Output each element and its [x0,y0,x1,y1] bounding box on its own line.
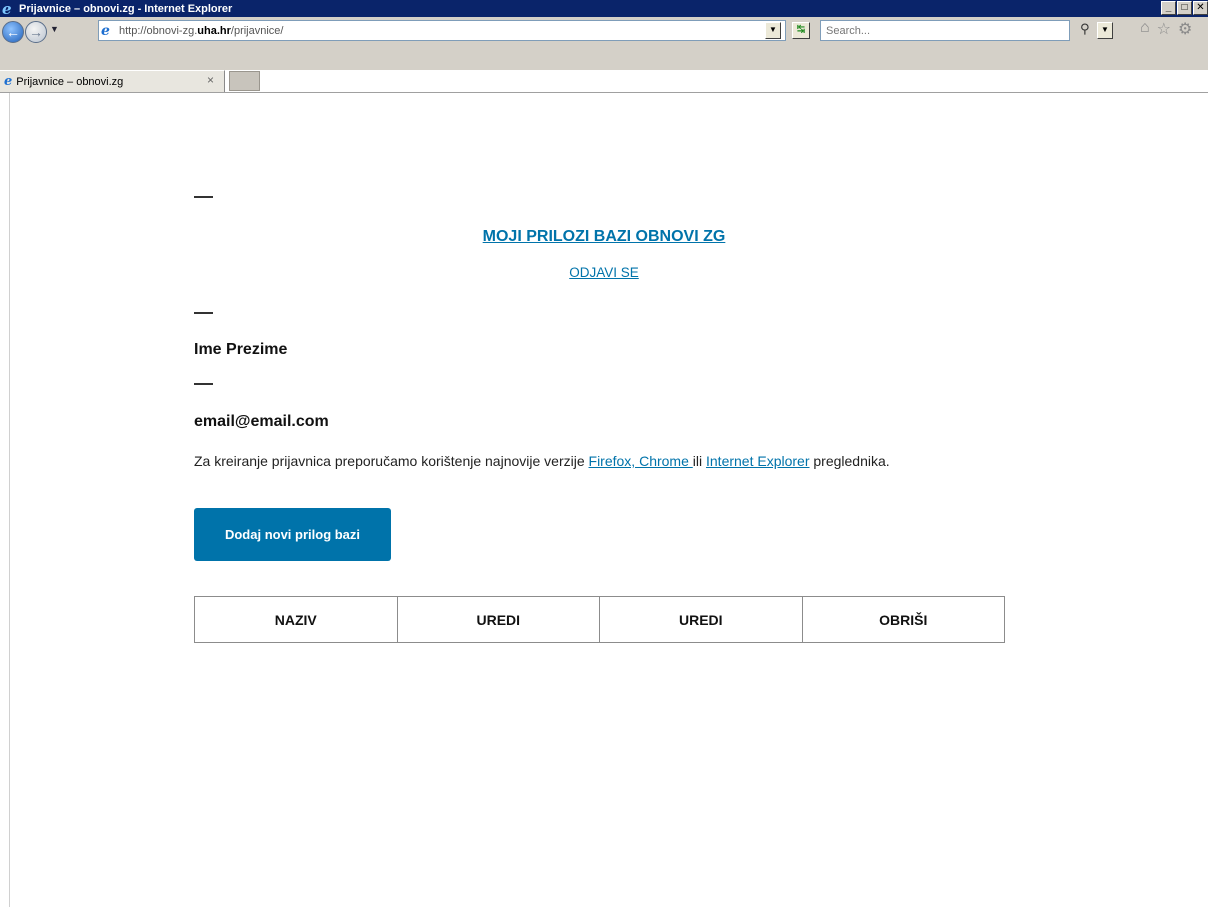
ie-logo-icon: e [2,0,12,18]
back-arrow-icon: ← [6,24,20,40]
browser-tool-icons: ⌂ ☆ ⚙ [1140,19,1192,39]
page-viewport [9,93,1208,907]
search-input[interactable]: Search... [820,20,1070,41]
favorites-star-icon[interactable]: ☆ [1157,19,1171,39]
divider-dash [194,312,213,314]
settings-gear-icon[interactable]: ⚙ [1178,19,1192,39]
firefox-chrome-link[interactable]: Firefox, Chrome [589,453,693,469]
info-text-middle: ili [692,453,706,469]
address-prefix: http://obnovi-zg. [119,24,198,37]
window-controls: _ □ ✕ [1161,1,1208,15]
home-icon[interactable]: ⌂ [1140,19,1150,39]
column-header-obrisi: OBRIŠI [801,596,1005,643]
ie-page-icon: e [101,22,110,39]
column-header-uredi: UREDI [396,596,600,643]
address-bar[interactable]: e http://obnovi-zg. uha.hr/prijavnice/ [98,20,786,41]
user-email: email@email.com [194,413,329,430]
entries-table: NAZIV UREDI UREDI OBRIŠI [194,596,1005,643]
column-header-naziv: NAZIV [194,596,398,643]
maximize-button[interactable]: □ [1177,1,1192,15]
close-window-button[interactable]: ✕ [1193,1,1208,15]
tab-ie-icon: e [4,74,13,89]
window-titlebar: e Prijavnice – obnovi.zg - Internet Expl… [0,0,1208,17]
forward-button[interactable]: → [25,21,47,43]
search-placeholder: Search... [826,24,871,37]
tab-label: Prijavnice – obnovi.zg [16,75,124,88]
browser-recommendation-text: Za kreiranje prijavnica preporučamo kori… [194,453,890,469]
browser-tab[interactable]: e Prijavnice – obnovi.zg × [0,70,225,92]
search-icon[interactable]: ⚲ [1080,21,1090,37]
tab-close-icon[interactable]: × [207,73,214,87]
minimize-button[interactable]: _ [1161,1,1176,15]
column-header-uredi-2: UREDI [599,596,803,643]
divider-dash [194,383,213,385]
window-title: Prijavnice – obnovi.zg - Internet Explor… [19,2,233,15]
table-header-row: NAZIV UREDI UREDI OBRIŠI [194,596,1005,643]
divider-dash [194,196,213,198]
compat-view-button[interactable]: ↹ [792,22,810,39]
back-button[interactable]: ← [2,21,24,43]
info-text-start: Za kreiranje prijavnica preporučamo kori… [194,453,589,469]
address-dropdown-button[interactable]: ▼ [765,22,781,39]
new-tab-button[interactable] [229,71,260,91]
add-new-entry-button[interactable]: Dodaj novi prilog bazi [194,508,391,561]
search-dropdown-button[interactable]: ▼ [1097,22,1113,39]
history-dropdown-icon[interactable]: ▼ [50,24,59,34]
page-title-link[interactable]: MOJI PRILOZI BAZI OBNOVI ZG [0,228,1208,246]
internet-explorer-link[interactable]: Internet Explorer [706,453,810,469]
address-path: /prijavnice/ [230,24,284,37]
forward-arrow-icon: → [29,24,43,40]
logout-link[interactable]: ODJAVI SE [0,265,1208,280]
address-domain: uha.hr [197,24,231,37]
info-text-end: preglednika. [809,453,890,469]
user-name: Ime Prezime [194,341,288,358]
